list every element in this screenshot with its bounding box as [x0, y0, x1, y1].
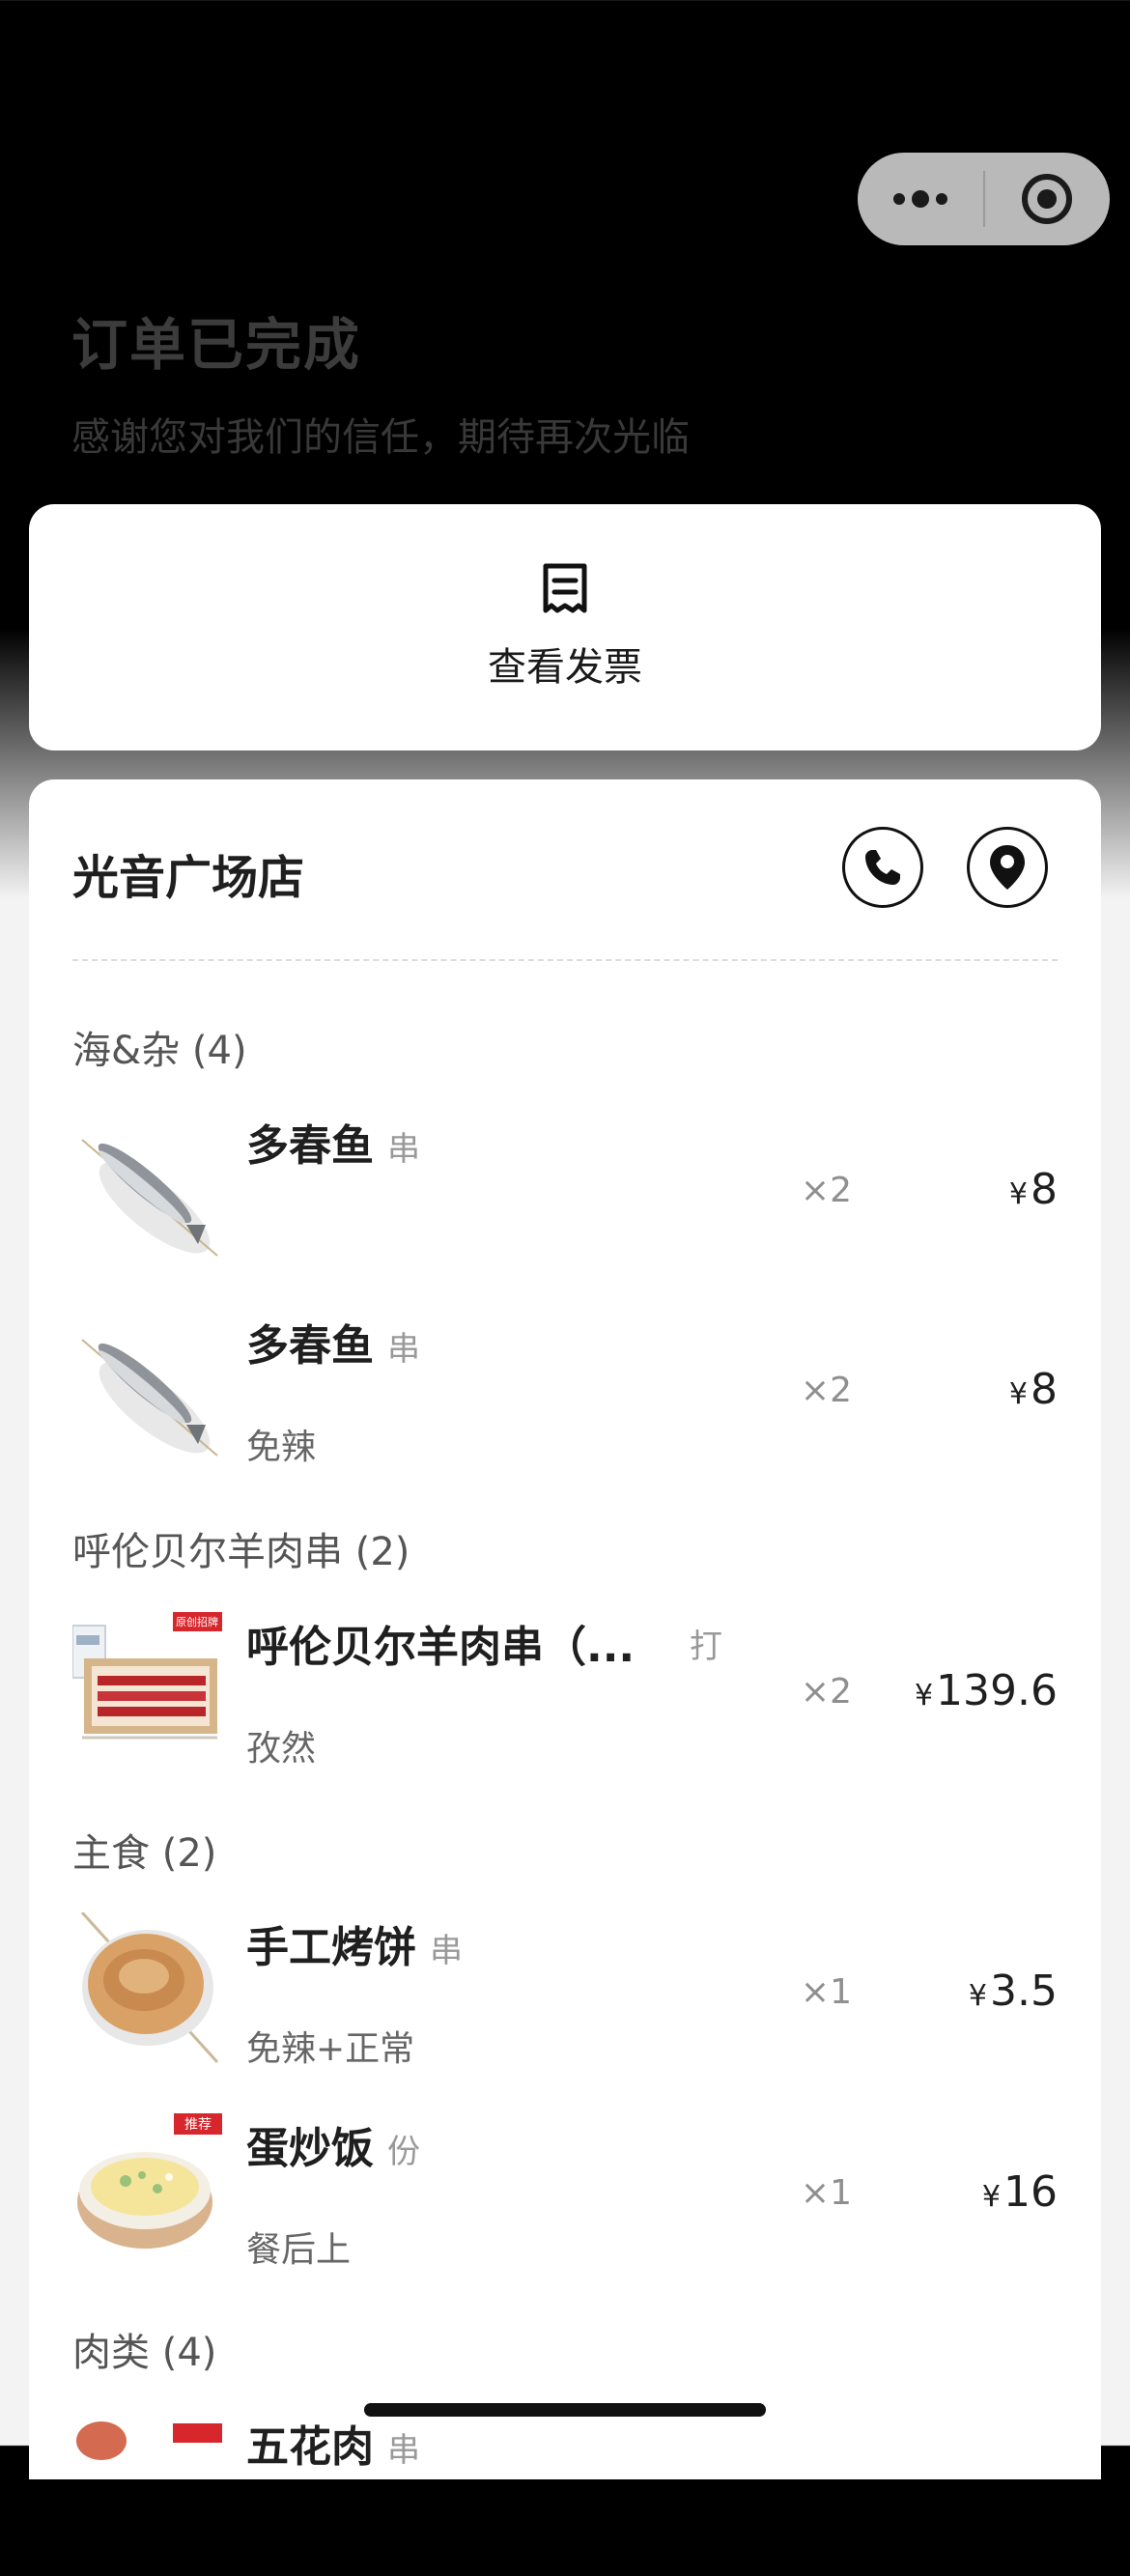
item-unit: 串 [387, 1330, 420, 1369]
store-location-button[interactable] [967, 827, 1048, 908]
price-value: 3.5 [990, 1967, 1058, 2016]
item-name-text: 多春鱼 [246, 1121, 374, 1171]
location-pin-icon [990, 845, 1025, 890]
order-item[interactable]: 五花肉串 [29, 2412, 1101, 2576]
item-price: ¥139.6 [915, 1666, 1058, 1715]
item-name: 手工烤饼串 [246, 1912, 463, 1974]
category-staple-food: 主食 (2) [72, 1831, 217, 1876]
price-value: 8 [1031, 1365, 1058, 1414]
item-quantity: ×2 [800, 1371, 852, 1410]
currency-symbol: ¥ [914, 1679, 934, 1713]
store-name: 光音广场店 [72, 851, 305, 905]
store-divider [72, 959, 1058, 961]
item-note: 免辣 [246, 1428, 317, 1467]
invoice-card[interactable]: 查看发票 [29, 504, 1101, 750]
order-item[interactable]: 推荐 蛋炒饭份 餐后上 ×1 ¥16 [29, 2113, 1101, 2278]
home-indicator[interactable] [364, 2403, 766, 2417]
recommend-badge: 推荐 [184, 2117, 212, 2133]
item-name: 蛋炒饭份 [246, 2113, 420, 2175]
call-store-button[interactable] [842, 827, 923, 908]
category-seafood: 海&杂 (4) [72, 1029, 247, 1073]
item-unit: 串 [387, 2431, 420, 2470]
fish-skewer-image [72, 1111, 222, 1265]
currency-symbol: ¥ [1008, 1177, 1028, 1211]
category-meat: 肉类 (4) [72, 2331, 217, 2375]
price-value: 16 [1003, 2167, 1058, 2217]
order-thanks-text: 感谢您对我们的信任，期待再次光临 [71, 415, 690, 460]
item-unit: 串 [430, 1932, 463, 1970]
price-value: 139.6 [936, 1666, 1058, 1715]
lamb-skewers-box-image: 原创招牌 [72, 1612, 222, 1767]
item-name: 五花肉串 [246, 2412, 420, 2474]
price-value: 8 [1031, 1165, 1058, 1214]
item-price: ¥8 [1009, 1365, 1058, 1414]
item-quantity: ×1 [800, 2173, 852, 2213]
item-name: 多春鱼串 [246, 1311, 420, 1373]
item-name: 多春鱼串 [246, 1111, 420, 1173]
order-item[interactable]: 多春鱼串 免辣 ×2 ¥8 [29, 1311, 1101, 1475]
item-note: 孜然 [246, 1729, 317, 1769]
item-unit: 打 [690, 1628, 722, 1666]
item-name-text: 蛋炒饭 [246, 2124, 374, 2173]
currency-symbol: ¥ [1008, 1377, 1028, 1411]
mini-program-capsule [858, 153, 1110, 245]
item-name-text: 多春鱼 [246, 1321, 374, 1371]
item-price: ¥16 [982, 2167, 1058, 2217]
category-lamb-skewers: 呼伦贝尔羊肉串 (2) [72, 1530, 410, 1574]
item-quantity: ×1 [800, 1972, 852, 2012]
receipt-icon [543, 563, 587, 613]
flatbread-skewer-image [72, 1912, 222, 2067]
item-note: 餐后上 [246, 2230, 352, 2270]
phone-icon [865, 850, 900, 885]
original-badge: 原创招牌 [176, 1615, 218, 1628]
item-name-text: 五花肉 [246, 2422, 374, 2472]
fish-skewer-image [72, 1311, 222, 1465]
item-note: 免辣+正常 [246, 2029, 415, 2069]
order-item[interactable]: 手工烤饼串 免辣+正常 ×1 ¥3.5 [29, 1912, 1101, 2077]
order-detail-card: 光音广场店 海&杂 (4) 多春鱼串 ×2 ¥8 多春鱼 串 免辣 ×2 ¥8 … [29, 779, 1101, 2479]
currency-symbol: ¥ [981, 2180, 1001, 2214]
currency-symbol: ¥ [968, 1979, 988, 2013]
target-circle-icon [1022, 174, 1073, 224]
item-price: ¥3.5 [969, 1967, 1058, 2016]
order-item[interactable]: 多春鱼串 ×2 ¥8 [29, 1111, 1101, 1275]
item-quantity: ×2 [800, 1672, 852, 1712]
item-name: 呼伦贝尔羊肉串（... [246, 1623, 636, 1672]
item-quantity: ×2 [800, 1171, 852, 1210]
fried-rice-bowl-image: 推荐 [72, 2113, 222, 2268]
item-name-text: 手工烤饼 [246, 1923, 416, 1972]
order-item[interactable]: 原创招牌 呼伦贝尔羊肉串（... 打 孜然 ×2 ¥139.6 [29, 1612, 1101, 1776]
more-dots-icon [892, 190, 947, 208]
item-unit: 份 [387, 2133, 420, 2171]
more-button[interactable] [858, 153, 983, 245]
view-invoice-label: 查看发票 [488, 645, 642, 690]
pork-belly-image [72, 2412, 222, 2566]
item-price: ¥8 [1009, 1165, 1058, 1214]
order-status-title: 订单已完成 [71, 312, 362, 378]
item-unit: 串 [387, 1130, 420, 1169]
close-mini-program-button[interactable] [985, 153, 1111, 245]
